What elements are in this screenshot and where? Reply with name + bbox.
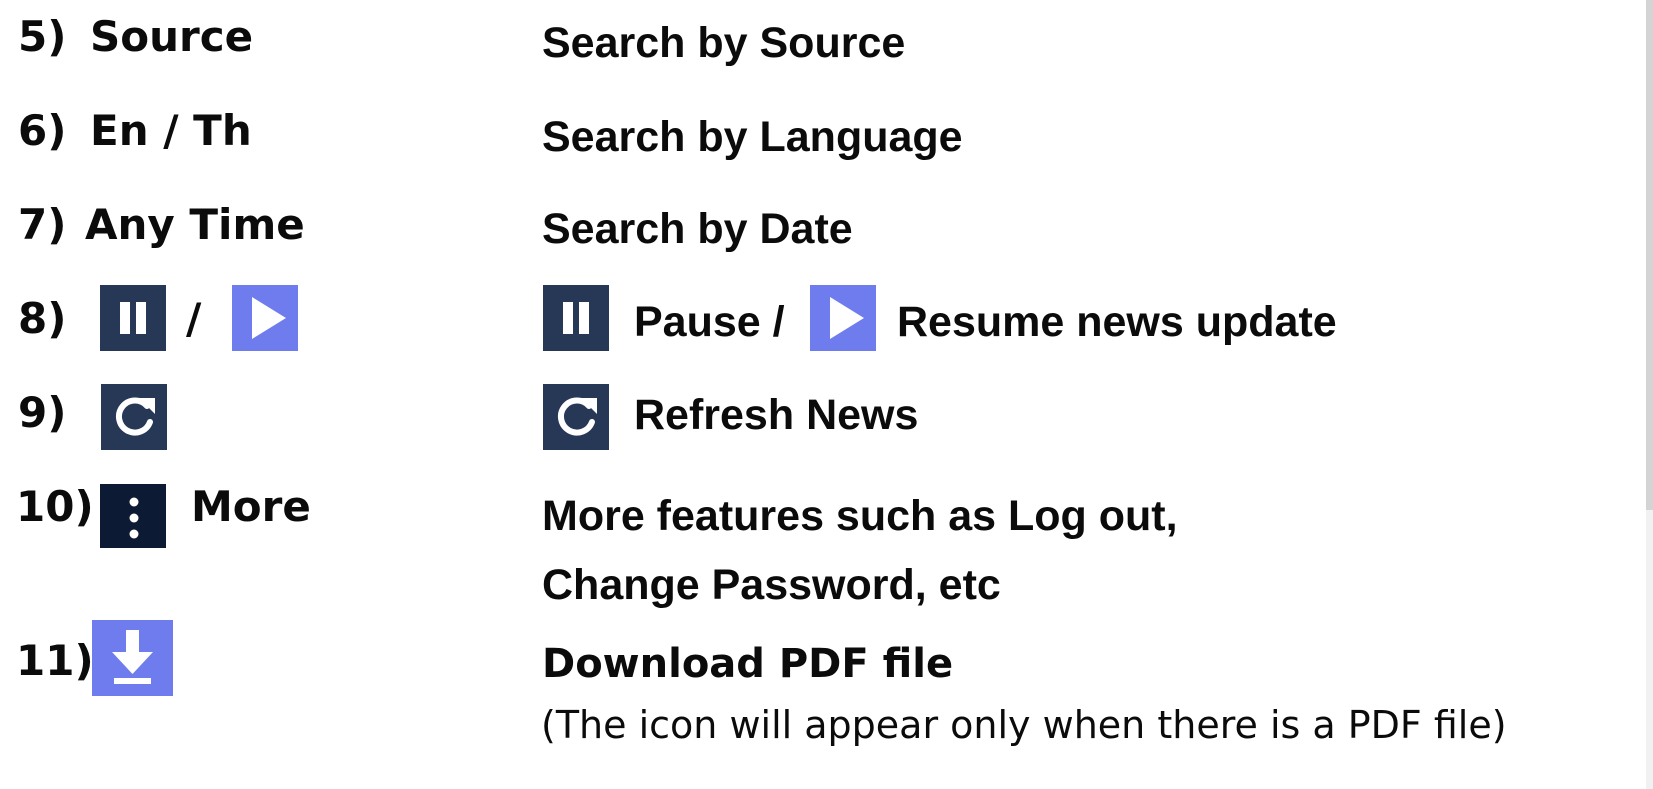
row-10-description-line1: More features such as Log out, (542, 492, 1178, 540)
row-7-label: Any Time (85, 200, 305, 249)
row-6-label: En / Th (90, 106, 252, 155)
scrollbar-thumb[interactable] (1646, 0, 1653, 510)
row-5-description: Search by Source (542, 19, 906, 67)
row-10-label: More (191, 482, 311, 531)
scrollbar[interactable] (1646, 0, 1653, 789)
row-8-description-resume: Resume news update (897, 298, 1337, 346)
row-5-number: 5) (18, 12, 67, 61)
row-7-description: Search by Date (542, 205, 853, 253)
row-10-number: 10) (16, 482, 94, 531)
pause-icon (543, 285, 609, 351)
row-6-description: Search by Language (542, 113, 963, 161)
row-7-number: 7) (18, 200, 67, 249)
vertical-dots-icon (100, 484, 166, 548)
pause-icon (100, 285, 166, 351)
row-8-separator: / (186, 294, 202, 343)
refresh-icon (101, 384, 167, 450)
row-11-description: Download PDF file (542, 641, 954, 687)
row-8-number: 8) (18, 294, 67, 343)
row-6-number: 6) (18, 106, 67, 155)
play-icon (810, 285, 876, 351)
row-10-description-line2: Change Password, etc (542, 561, 1001, 609)
row-5-label: Source (90, 12, 254, 61)
row-9-number: 9) (18, 388, 67, 437)
play-icon (232, 285, 298, 351)
download-icon (92, 620, 173, 696)
row-11-note: (The icon will appear only when there is… (541, 703, 1507, 747)
row-9-description: Refresh News (634, 391, 919, 439)
refresh-icon (543, 384, 609, 450)
row-11-number: 11) (16, 636, 94, 685)
row-8-description-pause: Pause / (634, 298, 785, 346)
